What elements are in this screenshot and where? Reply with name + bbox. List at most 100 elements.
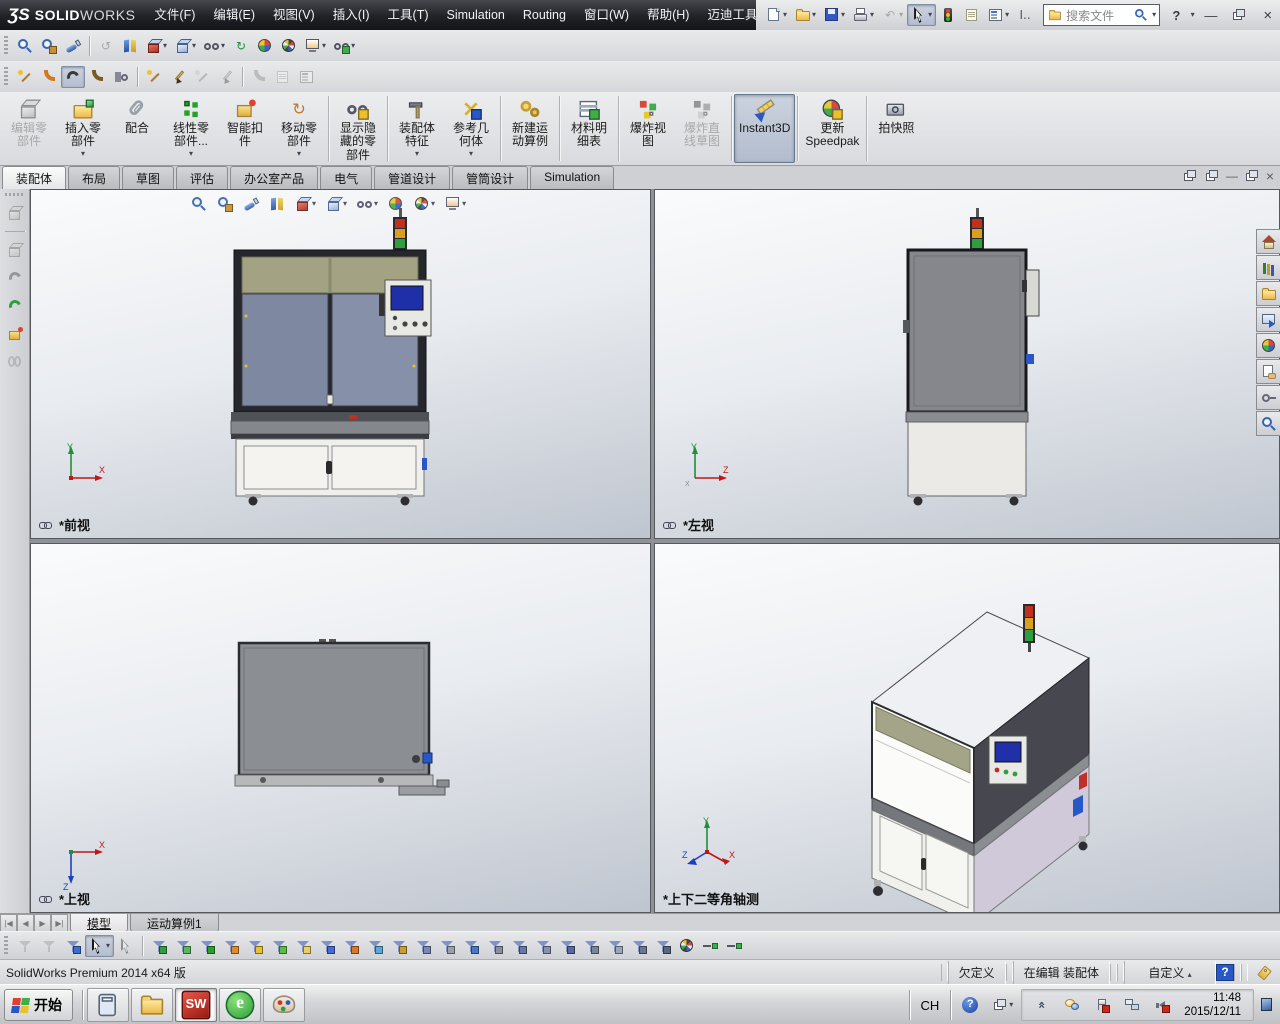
start-at-point[interactable] [142, 66, 166, 88]
menu-item-6[interactable]: Routing [514, 0, 575, 30]
close-button[interactable]: × [1256, 6, 1280, 24]
search-results[interactable] [1256, 411, 1280, 436]
tab-6[interactable]: 管道设计 [374, 166, 451, 189]
edit-appearance[interactable] [253, 35, 277, 57]
filter-decals[interactable] [675, 935, 699, 957]
action-center[interactable] [1090, 994, 1114, 1016]
toolbar-grip[interactable] [4, 66, 8, 87]
next-tab[interactable]: ▶ [34, 914, 51, 932]
network[interactable] [1120, 994, 1144, 1016]
save[interactable]: ▾ [820, 4, 849, 26]
filter-notes[interactable] [507, 935, 531, 957]
ime-toolbar[interactable]: ▾ [988, 994, 1017, 1016]
filter-sketches[interactable] [339, 935, 363, 957]
status-custom-dropdown[interactable]: 自定义 ▴ [1124, 961, 1216, 984]
zoom-to-fit[interactable] [13, 35, 37, 57]
start-button[interactable]: 开始 [4, 989, 73, 1021]
show-hidden-components-button[interactable]: 显示隐 藏的零 部件 [331, 94, 385, 163]
redraw[interactable]: ↻ [229, 35, 253, 57]
minimize-document-button[interactable]: — [1226, 169, 1238, 183]
edit-sketch-route[interactable] [166, 66, 190, 88]
toolbar-grip[interactable] [4, 193, 25, 196]
file-manager-taskbar-button[interactable] [131, 988, 173, 1022]
filter-edges[interactable] [171, 935, 195, 957]
model-tab-1[interactable]: 运动算例1 [130, 914, 219, 932]
assembly-features-button[interactable]: 装配体 特征 ▾ [390, 94, 444, 163]
tab-3[interactable]: 评估 [176, 166, 229, 189]
view-palette[interactable] [1256, 307, 1280, 332]
new-motion-study-button[interactable]: 新建运 动算例 [503, 94, 557, 163]
realview-graphics[interactable] [277, 35, 301, 57]
filter-axes[interactable] [267, 935, 291, 957]
move-component-button[interactable]: ↻ 移动零 部件 ▾ [272, 94, 326, 163]
insert-components-button[interactable]: 插入零 部件 ▾ [56, 94, 110, 163]
custom-properties[interactable] [1256, 359, 1280, 384]
filter-centerlines[interactable] [435, 935, 459, 957]
filter-balloons[interactable] [531, 935, 555, 957]
browser-360-taskbar-button[interactable]: e [219, 988, 261, 1022]
first-tab[interactable]: |◀ [0, 914, 17, 932]
viewport-left[interactable]: Y Z X *左视 [654, 189, 1280, 539]
display-style[interactable]: ▾ [171, 35, 200, 57]
filter-sketch-points[interactable] [315, 935, 339, 957]
zoom-to-fit[interactable] [187, 193, 211, 215]
ime-help[interactable]: ? [958, 994, 982, 1016]
previous-window-icon[interactable] [1182, 168, 1198, 184]
messenger[interactable] [1060, 994, 1084, 1016]
text-format[interactable]: I.. [1013, 4, 1037, 26]
menu-item-0[interactable]: 文件(F) [145, 0, 204, 30]
menu-item-1[interactable]: 编辑(E) [204, 0, 264, 30]
filter-planes[interactable] [291, 935, 315, 957]
selection-filter-toolbar[interactable] [61, 935, 85, 957]
component-tool[interactable] [3, 323, 27, 345]
restore-document-icon[interactable] [1244, 168, 1260, 184]
filter-weld-symbols[interactable] [579, 935, 603, 957]
last-tab[interactable]: ▶| [51, 914, 68, 932]
filter-datums[interactable] [627, 935, 651, 957]
select[interactable]: ▾ [85, 935, 115, 957]
search-input[interactable]: 搜索文件 [1066, 7, 1130, 24]
close-document-button[interactable]: × [1266, 168, 1274, 184]
next-window-icon[interactable] [1204, 168, 1220, 184]
filter-faces[interactable] [195, 935, 219, 957]
view-settings[interactable]: ▾ [330, 35, 359, 57]
tag-icon[interactable] [1256, 965, 1272, 981]
bend-route[interactable] [85, 66, 109, 88]
menu-item-4[interactable]: 工具(T) [379, 0, 438, 30]
select[interactable]: ▾ [907, 4, 937, 26]
filter-weld-beads[interactable] [603, 935, 627, 957]
viewport-front[interactable]: ▾ ▾ ▾ ▾ ▾ Y X *前视 [30, 189, 651, 539]
paint-taskbar-button[interactable] [263, 988, 305, 1022]
dropdown-caret-icon[interactable]: ▾ [81, 149, 85, 158]
tab-2[interactable]: 草图 [122, 166, 175, 189]
tab-7[interactable]: 管筒设计 [452, 166, 529, 189]
comment[interactable] [960, 4, 984, 26]
instant3d-button[interactable]: Instant3D [734, 94, 796, 163]
filter-gtol[interactable] [651, 935, 675, 957]
filter-annotations[interactable] [555, 935, 579, 957]
menu-item-5[interactable]: Simulation [438, 0, 514, 30]
toolbar-grip[interactable] [4, 35, 8, 56]
selection-colors[interactable] [936, 4, 960, 26]
menu-item-2[interactable]: 视图(V) [264, 0, 324, 30]
viewport-top[interactable]: X Z *上视 [30, 543, 651, 913]
print[interactable]: ▾ [849, 4, 878, 26]
open-document[interactable]: ▾ [791, 4, 820, 26]
auto-route[interactable] [13, 66, 37, 88]
update-speedpak-button[interactable]: 更新 Speedpak [800, 94, 864, 163]
toolbar-grip[interactable] [4, 936, 8, 956]
route-line[interactable] [61, 65, 85, 88]
view-settings[interactable]: ▾ [441, 193, 470, 215]
tab-8[interactable]: Simulation [530, 166, 615, 189]
solidworks-taskbar-button[interactable]: SW [175, 988, 217, 1022]
expand-tray[interactable]: « [1030, 994, 1054, 1016]
section-view[interactable] [118, 35, 142, 57]
filter-midpoints[interactable] [387, 935, 411, 957]
hide-show-items[interactable]: ▾ [200, 35, 229, 57]
viewport-isometric[interactable]: Y X Z *上下二等角轴测 [654, 543, 1280, 913]
options[interactable]: ▾ [984, 4, 1013, 26]
search-icon[interactable] [1134, 8, 1148, 22]
take-snapshot-button[interactable]: 拍快照 [869, 94, 923, 163]
filter-solid-bodies[interactable] [243, 935, 267, 957]
filter-dimensions[interactable] [459, 935, 483, 957]
